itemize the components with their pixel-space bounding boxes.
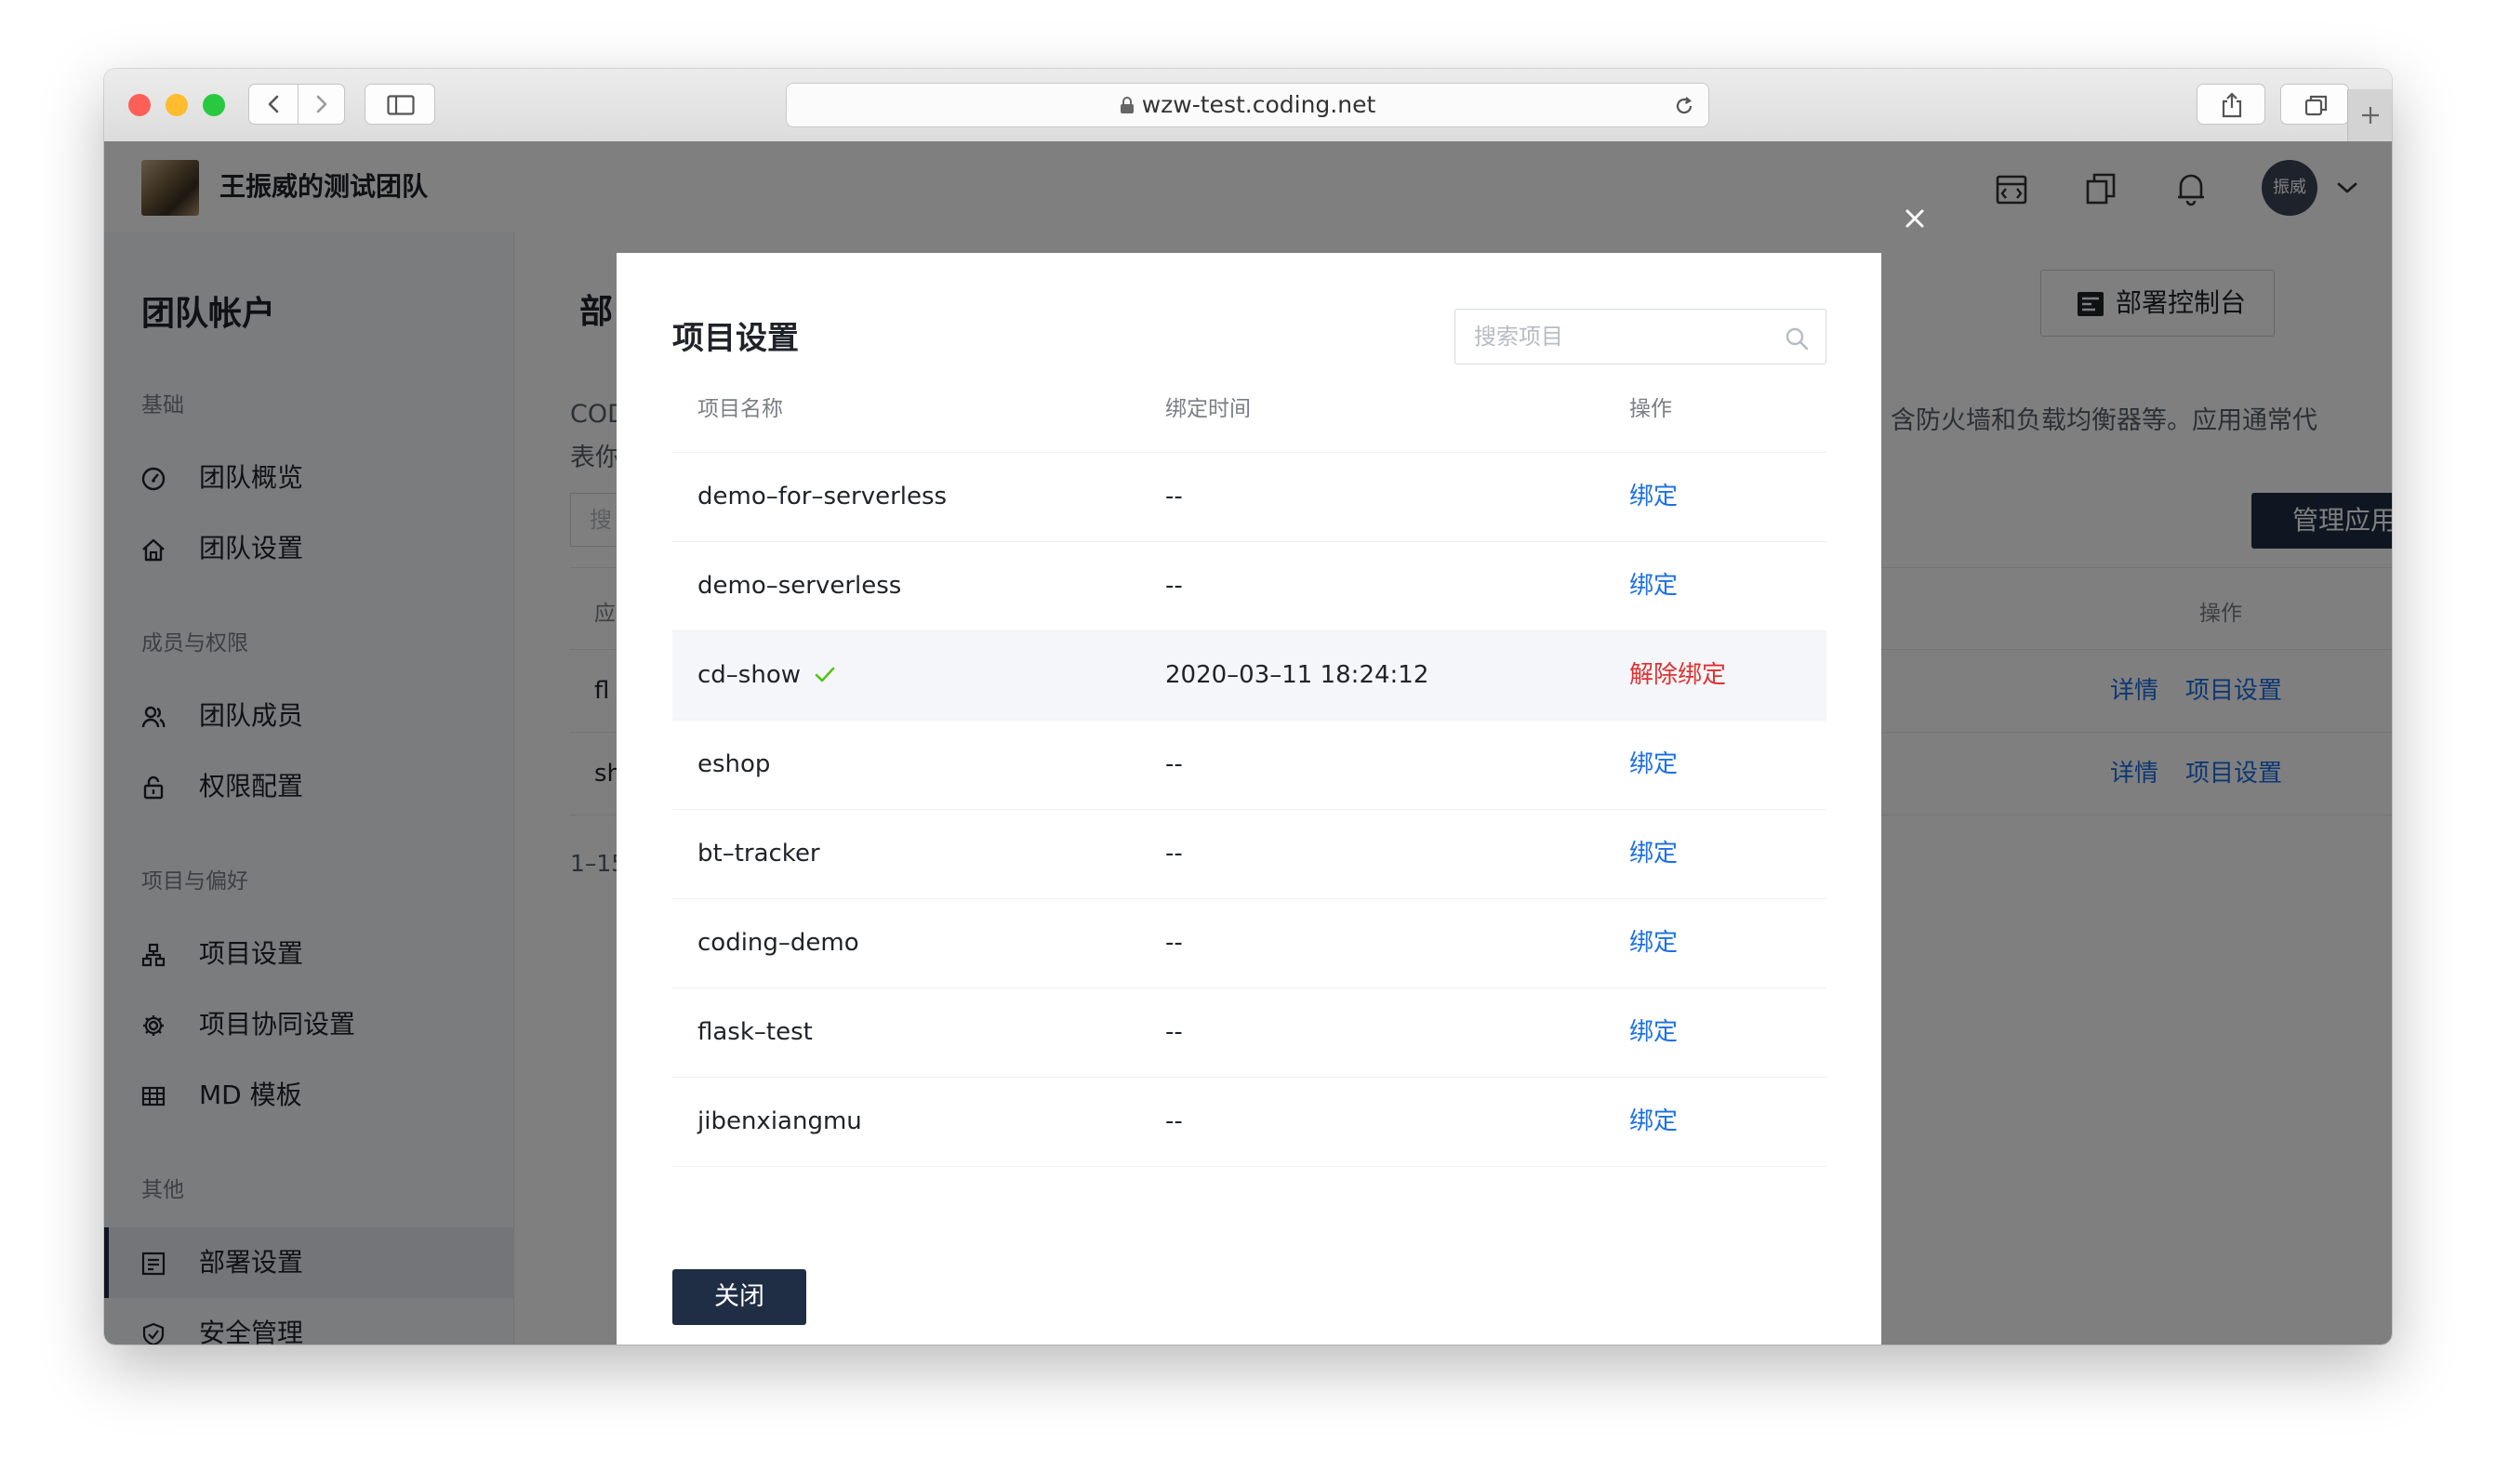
table-row: eshop -- 绑定 — [672, 721, 1826, 810]
address-bar[interactable]: wzw-test.coding.net — [786, 83, 1709, 127]
tabs-overview-button[interactable] — [2280, 84, 2349, 125]
bind-time: 2020–03–11 18:24:12 — [1165, 661, 1429, 689]
bind-link[interactable]: 绑定 — [1629, 721, 1678, 809]
project-name: cd–show — [697, 661, 801, 689]
table-row: bt–tracker -- 绑定 — [672, 810, 1826, 899]
project-search-input[interactable] — [1455, 310, 1790, 364]
bind-link[interactable]: 绑定 — [1629, 810, 1678, 898]
window-minimize-button[interactable] — [166, 94, 188, 116]
table-row: demo–for–serverless -- 绑定 — [672, 453, 1826, 542]
new-tab-button[interactable] — [2347, 89, 2392, 141]
close-button[interactable]: 关闭 — [672, 1269, 806, 1325]
project-settings-modal: 项目设置 项目名称 绑定时间 操作 demo–for–serverless --… — [617, 253, 1881, 1345]
project-name: eshop — [697, 750, 771, 778]
table-row: cd–show 2020–03–11 18:24:12 解除绑定 — [672, 631, 1826, 721]
project-name: coding–demo — [697, 929, 859, 957]
table-row: jibenxiangmu -- 绑定 — [672, 1078, 1826, 1167]
checkmark-icon — [815, 667, 835, 682]
project-name: flask–test — [697, 1018, 813, 1046]
bind-link[interactable]: 绑定 — [1629, 453, 1678, 541]
reload-icon[interactable] — [1673, 95, 1695, 117]
project-search-field — [1454, 309, 1826, 364]
bind-time: -- — [1165, 1018, 1183, 1046]
sidebar-toggle-icon — [387, 95, 415, 115]
share-icon — [2222, 92, 2242, 118]
bind-link[interactable]: 绑定 — [1629, 988, 1678, 1077]
bind-time: -- — [1165, 929, 1183, 957]
project-name: jibenxiangmu — [697, 1107, 862, 1135]
table-row: flask–test -- 绑定 — [672, 988, 1826, 1078]
new-tab-icon — [2362, 107, 2379, 124]
table-row: demo–serverless -- 绑定 — [672, 542, 1826, 631]
project-name: demo–for–serverless — [697, 483, 948, 510]
search-icon[interactable] — [1785, 326, 1809, 351]
sidebar-toggle-button[interactable] — [365, 84, 435, 125]
bind-time: -- — [1165, 750, 1183, 778]
modal-title: 项目设置 — [672, 320, 799, 357]
modal-close-icon[interactable] — [1905, 208, 1925, 229]
bind-link[interactable]: 绑定 — [1629, 899, 1678, 987]
bind-time: -- — [1165, 840, 1183, 868]
back-icon — [268, 95, 279, 113]
bind-time: -- — [1165, 572, 1183, 600]
lock-icon — [1120, 97, 1134, 113]
forward-icon — [316, 95, 327, 113]
unbind-link[interactable]: 解除绑定 — [1629, 631, 1726, 720]
bind-link[interactable]: 绑定 — [1629, 542, 1678, 630]
back-button[interactable] — [249, 85, 299, 124]
window-zoom-button[interactable] — [203, 94, 225, 116]
bind-time: -- — [1165, 1107, 1183, 1135]
col-header-time: 绑定时间 — [1165, 397, 1251, 421]
project-name: bt–tracker — [697, 840, 820, 868]
share-button[interactable] — [2197, 84, 2265, 125]
tabs-icon — [2304, 95, 2328, 116]
browser-toolbar: wzw-test.coding.net — [104, 69, 2392, 142]
bind-time: -- — [1165, 483, 1183, 510]
url-text: wzw-test.coding.net — [787, 84, 1708, 126]
col-header-name: 项目名称 — [697, 397, 783, 421]
forward-button[interactable] — [299, 85, 345, 124]
back-forward-buttons — [248, 84, 345, 125]
url-label: wzw-test.coding.net — [1141, 91, 1376, 118]
project-name: demo–serverless — [697, 572, 902, 600]
table-row: coding–demo -- 绑定 — [672, 899, 1826, 988]
bind-link[interactable]: 绑定 — [1629, 1078, 1678, 1166]
col-header-op: 操作 — [1629, 397, 1672, 421]
window-close-button[interactable] — [128, 94, 151, 116]
browser-window: wzw-test.coding.net 王振威的测试团队 振威 团队帐户 基础 … — [104, 69, 2392, 1345]
